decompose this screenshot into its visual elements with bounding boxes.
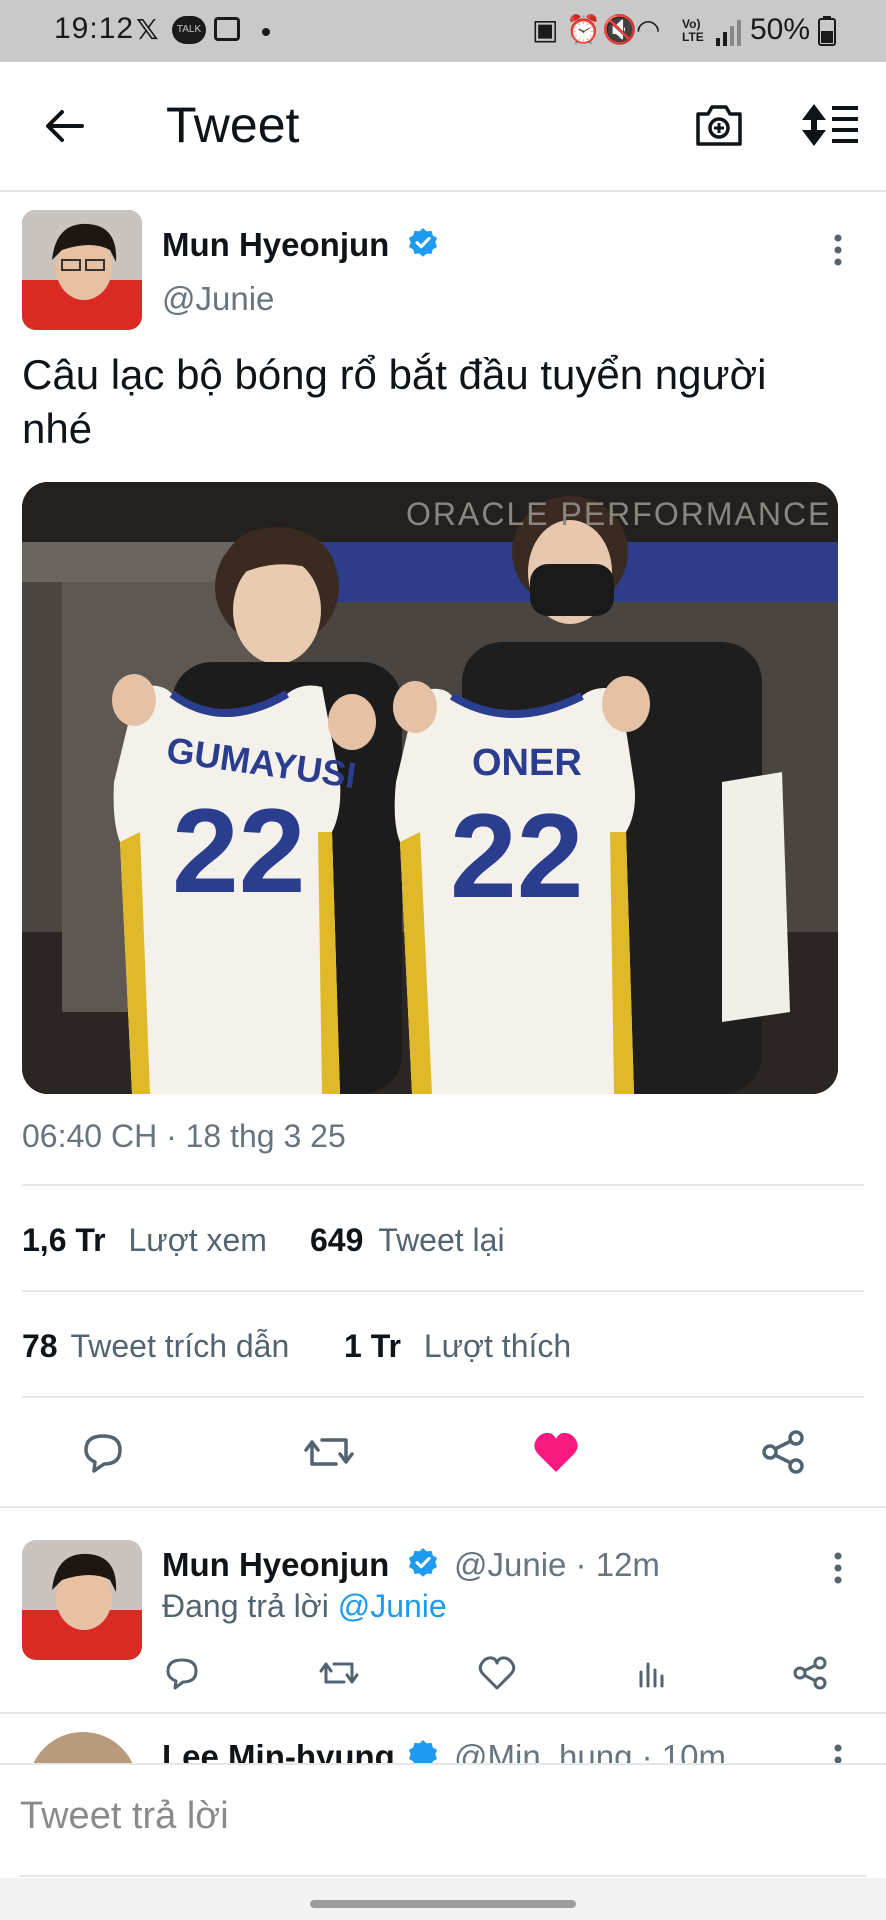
jersey-right-name: ONER	[472, 742, 582, 784]
likes-label: Lượt thích	[423, 1328, 572, 1364]
quotes-label: Tweet trích dẫn	[70, 1328, 290, 1364]
input-underline	[20, 1875, 866, 1877]
avatar-photo	[22, 210, 142, 330]
likes-count: 1 Tr	[344, 1328, 401, 1364]
alarm-icon: ⏰	[566, 14, 601, 45]
quotes-count: 78	[22, 1328, 58, 1364]
retweets-count: 649	[310, 1222, 364, 1258]
retweets-label: Tweet lại	[378, 1222, 505, 1258]
reply-2-handle-time: @Min_hung · 10m	[454, 1738, 726, 1764]
more-options-icon[interactable]	[828, 232, 848, 268]
reply-2-more-options-icon[interactable]	[828, 1742, 848, 1764]
views-label: Lượt xem	[128, 1222, 267, 1258]
back-arrow-icon[interactable]	[42, 104, 86, 148]
verified-badge-icon	[408, 228, 438, 257]
sort-icon[interactable]	[800, 102, 862, 148]
author-avatar[interactable]	[22, 210, 142, 330]
reply-retweet-icon[interactable]	[318, 1656, 360, 1690]
camera-icon[interactable]	[694, 102, 744, 148]
divider	[0, 1506, 886, 1508]
tweet-photo-image	[22, 482, 838, 1094]
divider	[22, 1290, 864, 1292]
replying-prefix: Đang trả lời	[162, 1588, 329, 1624]
reply-input-placeholder[interactable]: Tweet trả lời	[20, 1795, 229, 1838]
status-bar: 19:12 𝕏 TALK ▣ ⏰ 🔇 ◠ Vo) LTE 50%	[0, 0, 886, 62]
jersey-right-number: 22	[450, 789, 584, 923]
dot-icon	[262, 28, 270, 36]
reply-share-icon[interactable]	[792, 1656, 828, 1690]
views-count: 1,6 Tr	[22, 1222, 106, 1258]
battery-icon	[818, 16, 836, 46]
verified-badge-icon	[408, 1740, 438, 1764]
tweet-timestamp: 06:40 CH · 18 thg 3 25	[22, 1118, 346, 1154]
reply-icon[interactable]	[80, 1430, 126, 1474]
views-stat[interactable]: 1,6 Tr Lượt xem	[22, 1222, 267, 1259]
top-app-bar: Tweet	[0, 62, 886, 192]
x-logo-icon: 𝕏	[136, 14, 159, 45]
reply-avatar[interactable]	[22, 1540, 142, 1660]
verified-badge-icon	[408, 1548, 438, 1577]
wifi-icon: ◠	[636, 14, 661, 45]
volte-icon: Vo) LTE	[682, 17, 704, 44]
home-gesture-handle[interactable]	[310, 1900, 576, 1908]
jersey-left-number: 22	[172, 784, 306, 918]
share-icon[interactable]	[760, 1430, 806, 1474]
lock-icon: ▣	[532, 14, 559, 45]
arena-banner-text: ORACLE PERFORMANCE	[406, 496, 832, 532]
author-name[interactable]: Mun Hyeonjun	[162, 226, 389, 264]
system-nav-bar	[0, 1878, 886, 1920]
divider	[22, 1396, 864, 1398]
divider	[22, 1184, 864, 1186]
page-title: Tweet	[166, 97, 300, 153]
reply-author-name[interactable]: Mun Hyeonjun	[162, 1546, 389, 1584]
retweets-stat[interactable]: 649 Tweet lại	[310, 1222, 505, 1259]
reply-like-icon[interactable]	[478, 1656, 516, 1690]
reply-more-options-icon[interactable]	[828, 1550, 848, 1586]
author-handle[interactable]: @Junie	[162, 280, 274, 318]
reply-avatar-photo	[22, 1540, 142, 1660]
retweet-icon[interactable]	[302, 1430, 356, 1474]
status-time: 19:12	[54, 12, 135, 45]
like-icon-filled[interactable]	[532, 1430, 580, 1474]
battery-level: 50%	[750, 13, 811, 46]
reply-composer[interactable]: Tweet trả lời	[0, 1763, 886, 1877]
reply-item-partial[interactable]: Lee Min-hyung @Min_hung · 10m	[0, 1714, 886, 1764]
reply-2-avatar[interactable]	[28, 1732, 138, 1764]
tweet-text: Câu lạc bộ bóng rổ bắt đầu tuyển người n…	[22, 351, 767, 452]
signal-icon	[716, 20, 741, 46]
quotes-stat[interactable]: 78 Tweet trích dẫn	[22, 1328, 289, 1365]
reply-reply-icon[interactable]	[164, 1656, 200, 1690]
replying-to-link[interactable]: @Junie	[338, 1588, 447, 1624]
reply-handle-time: @Junie · 12m	[454, 1546, 660, 1583]
replying-to-line: Đang trả lời @Junie	[162, 1588, 447, 1625]
talk-icon: TALK	[172, 16, 206, 44]
reply-views-icon[interactable]	[636, 1656, 670, 1690]
mute-icon: 🔇	[602, 14, 637, 45]
likes-stat[interactable]: 1 Tr Lượt thích	[344, 1328, 571, 1365]
gallery-icon	[214, 17, 240, 41]
tweet-photo[interactable]: GUMAYUSI 22 ONER 22 ORACLE PERFORMANCE	[22, 482, 838, 1094]
reply-2-author-name[interactable]: Lee Min-hyung	[162, 1738, 395, 1764]
